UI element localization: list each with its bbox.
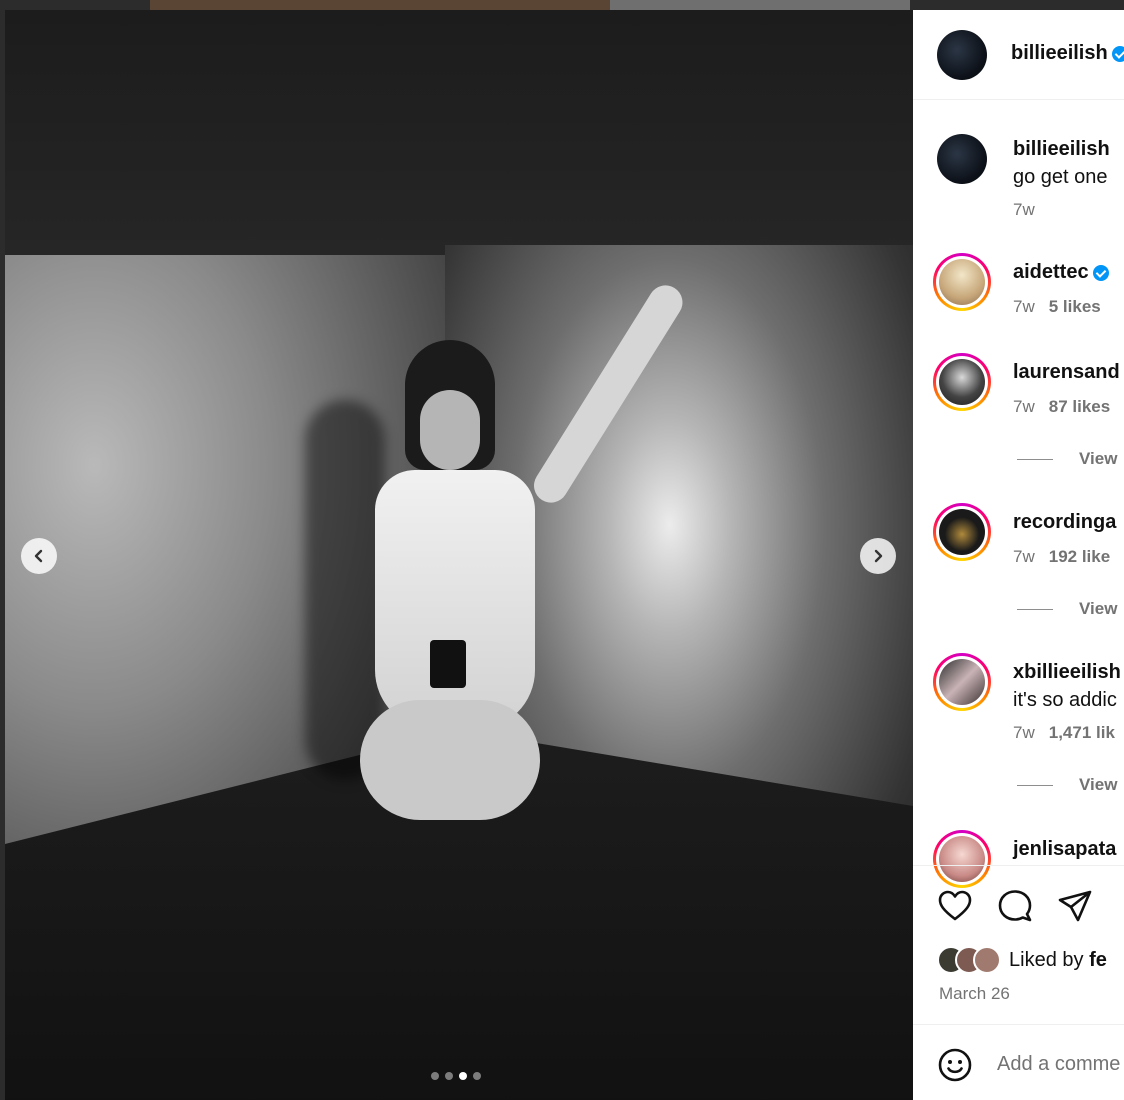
- liked-by[interactable]: Liked by fe: [937, 946, 1107, 974]
- commenter-username-text[interactable]: billieeilish: [1013, 138, 1110, 160]
- commenter-username-text[interactable]: jenlisapata: [1013, 838, 1116, 860]
- photo-back-wall: [5, 10, 913, 255]
- commenter-username-text[interactable]: aidettec: [1013, 261, 1089, 283]
- liked-by-text: Liked by fe: [1009, 949, 1107, 972]
- comment-time[interactable]: 7w: [1013, 297, 1035, 316]
- liked-by-name[interactable]: fe: [1089, 949, 1107, 971]
- comment-time[interactable]: 7w: [1013, 200, 1035, 219]
- comment-meta: 7w: [1013, 200, 1035, 220]
- avatar-image: [939, 509, 985, 555]
- comment-time[interactable]: 7w: [1013, 397, 1035, 416]
- comment-likes[interactable]: 87 likes: [1049, 397, 1110, 416]
- subject-body: [375, 470, 535, 730]
- next-photo-button[interactable]: [860, 538, 896, 574]
- photo-subject: [305, 278, 689, 840]
- carousel-indicator: [431, 1072, 481, 1080]
- comment-likes[interactable]: 5 likes: [1049, 297, 1101, 316]
- subject-legs: [360, 700, 540, 820]
- previous-photo-button[interactable]: [21, 538, 57, 574]
- comment-time[interactable]: 7w: [1013, 547, 1035, 566]
- commenter-username-text[interactable]: xbillieeilish: [1013, 661, 1121, 683]
- author-avatar[interactable]: [937, 30, 987, 80]
- commenter-username-text[interactable]: laurensand: [1013, 361, 1120, 383]
- commenter-avatar[interactable]: [933, 353, 991, 411]
- post-actions: Liked by fe March 26: [913, 865, 1124, 1025]
- view-replies-button[interactable]: View: [1017, 599, 1117, 619]
- carousel-dot: [459, 1072, 467, 1080]
- post-image: [5, 10, 913, 1100]
- commenter-username-text[interactable]: recordinga: [1013, 511, 1116, 533]
- commenter-username[interactable]: billieeilish: [1013, 138, 1110, 161]
- avatar-image: [939, 659, 985, 705]
- comment-time[interactable]: 7w: [1013, 723, 1035, 742]
- comment-meta: 7w 1,471 lik: [1013, 723, 1115, 743]
- commenter-avatar[interactable]: [933, 503, 991, 561]
- carousel-dot: [445, 1072, 453, 1080]
- author-username[interactable]: billieeilish: [1011, 42, 1124, 65]
- post-sidebar: billieeilish billieeilish go get one 7w aid…: [913, 10, 1124, 1100]
- verified-badge-icon: [1092, 264, 1109, 281]
- comment-likes[interactable]: 1,471 lik: [1049, 723, 1115, 742]
- post-header: billieeilish: [913, 10, 1124, 100]
- comment-meta: 7w 87 likes: [1013, 397, 1110, 417]
- subject-face: [420, 390, 480, 470]
- commenter-avatar[interactable]: [933, 253, 991, 311]
- comment-text: it's so addic: [1013, 689, 1117, 711]
- avatar-image: [939, 359, 985, 405]
- commenter-username[interactable]: recordinga: [1013, 511, 1116, 534]
- carousel-dot: [473, 1072, 481, 1080]
- commenter-username[interactable]: xbillieeilish: [1013, 661, 1121, 684]
- view-replies-button[interactable]: View: [1017, 775, 1117, 795]
- background-thumbnail: [150, 0, 610, 10]
- emoji-icon[interactable]: [937, 1047, 973, 1083]
- share-icon[interactable]: [1057, 888, 1093, 924]
- chevron-left-icon: [34, 549, 43, 563]
- verified-badge-icon: [1111, 45, 1124, 62]
- commenter-avatar[interactable]: [937, 134, 987, 184]
- comment-icon[interactable]: [997, 888, 1033, 924]
- background-thumbnail: [610, 0, 910, 10]
- author-username-text[interactable]: billieeilish: [1011, 42, 1108, 64]
- avatar-image: [939, 259, 985, 305]
- commenter-username[interactable]: jenlisapata: [1013, 838, 1116, 861]
- heart-icon[interactable]: [937, 888, 973, 924]
- add-comment-bar: [913, 1024, 1124, 1100]
- commenter-username[interactable]: laurensand: [1013, 361, 1120, 384]
- add-comment-input[interactable]: [997, 1049, 1124, 1079]
- view-replies-button[interactable]: View: [1017, 449, 1117, 469]
- liker-avatar: [973, 946, 1001, 974]
- comment-text: go get one: [1013, 166, 1108, 188]
- comment-meta: 7w 5 likes: [1013, 297, 1101, 317]
- liked-by-prefix: Liked by: [1009, 948, 1084, 971]
- commenter-avatar[interactable]: [933, 653, 991, 711]
- comment-likes[interactable]: 192 like: [1049, 547, 1110, 566]
- comment-meta: 7w 192 like: [1013, 547, 1110, 567]
- chevron-right-icon: [874, 549, 883, 563]
- post-date[interactable]: March 26: [939, 984, 1010, 1004]
- camera-object: [430, 640, 466, 688]
- commenter-username[interactable]: aidettec: [1013, 261, 1109, 284]
- carousel-dot: [431, 1072, 439, 1080]
